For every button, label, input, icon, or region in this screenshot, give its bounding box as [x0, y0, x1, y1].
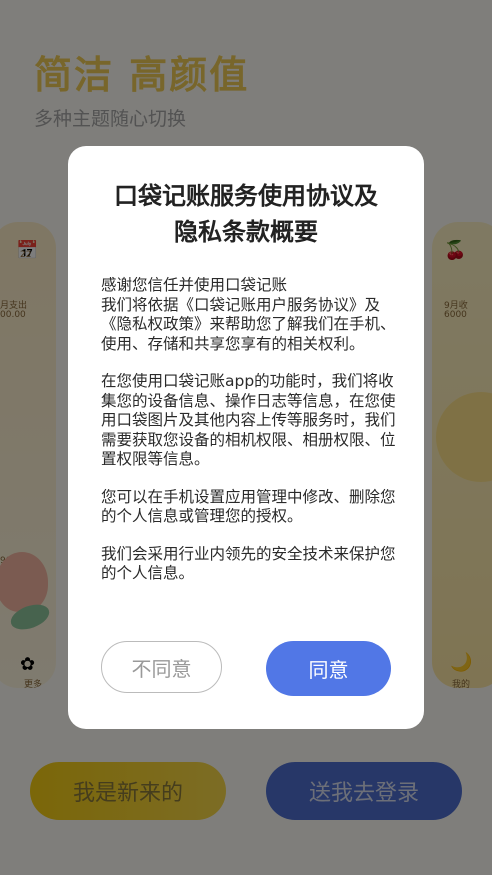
agree-button[interactable]: 同意 — [266, 641, 391, 696]
dialog-body: 感谢您信任并使用口袋记账 我们将依据《口袋记账用户服务协议》及《隐私权政策》来帮… — [101, 276, 397, 602]
disagree-button[interactable]: 不同意 — [101, 641, 222, 693]
dialog-title-line2: 隐私条款概要 — [174, 218, 318, 246]
dialog-paragraph-4: 我们会采用行业内领先的安全技术来保护您的个人信息。 — [101, 544, 396, 583]
dialog-title: 口袋记账服务使用协议及 隐私条款概要 — [68, 178, 424, 250]
dialog-paragraph-3: 您可以在手机设置应用管理中修改、删除您的个人信息或管理您的授权。 — [101, 487, 396, 526]
privacy-dialog: 口袋记账服务使用协议及 隐私条款概要 感谢您信任并使用口袋记账 我们将依据《口袋… — [68, 146, 424, 729]
dialog-paragraph-2: 在您使用口袋记账app的功能时，我们将收集您的设备信息、操作日志等信息，在您使用… — [101, 372, 396, 468]
dialog-title-line1: 口袋记账服务使用协议及 — [114, 182, 378, 210]
dialog-paragraph-1: 感谢您信任并使用口袋记账 我们将依据《口袋记账用户服务协议》及《隐私权政策》来帮… — [101, 276, 396, 353]
